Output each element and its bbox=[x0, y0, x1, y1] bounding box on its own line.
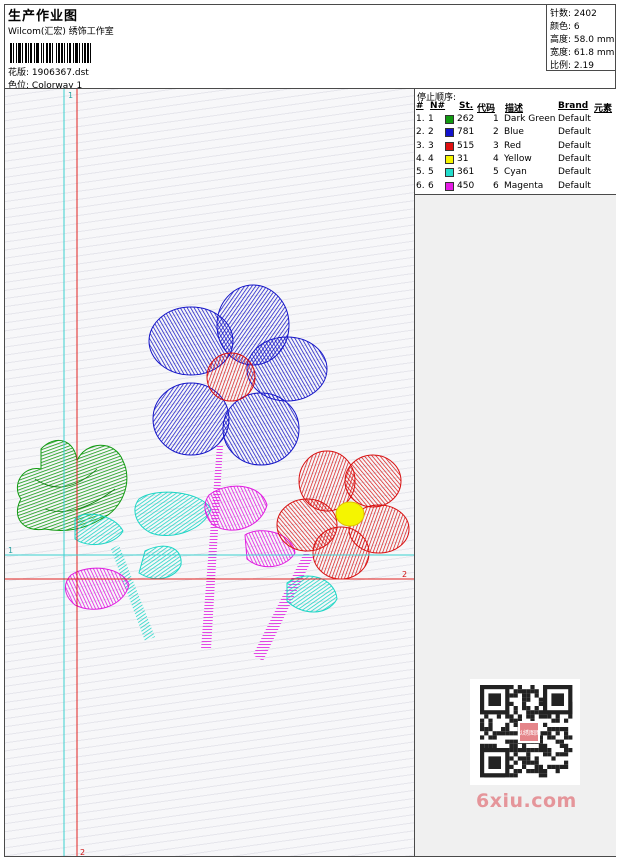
row-description: Red bbox=[504, 140, 522, 151]
row-description: Cyan bbox=[504, 167, 527, 178]
row-code: 1 bbox=[493, 114, 499, 124]
stat-width: 宽度: 61.8 mm bbox=[550, 48, 615, 58]
row-description: Magenta bbox=[504, 180, 544, 191]
row-stitches: 31 bbox=[457, 153, 469, 164]
row-needle: 5 bbox=[428, 167, 434, 178]
col-code: 代码 bbox=[477, 104, 496, 114]
row-stitches: 361 bbox=[457, 167, 475, 178]
row-code: 5 bbox=[493, 167, 499, 178]
row-brand: Default bbox=[558, 114, 591, 124]
design-file-line: 花版: 1906367.dst bbox=[8, 65, 89, 78]
color-swatch bbox=[445, 181, 454, 191]
blue-flower bbox=[148, 284, 328, 466]
green-flower bbox=[16, 439, 128, 532]
row-description: Blue bbox=[504, 127, 524, 138]
barcode bbox=[10, 43, 148, 63]
stat-stitches: 针数: 2402 bbox=[550, 9, 597, 19]
color-swatch bbox=[445, 115, 454, 124]
row-brand: Default bbox=[558, 167, 591, 178]
sequence-row: 4. 4 31 4 Yellow Default bbox=[415, 154, 616, 167]
sequence-row: 3. 3 515 3 Red Default bbox=[415, 141, 616, 154]
stop-sequence-table: 停止顺序: # N# St. 代码 描述 Brand 元素 1. 1 262 1 Dar… bbox=[415, 89, 616, 195]
row-description: Dark Green bbox=[504, 114, 556, 124]
stat-colors: 颜色: 6 bbox=[550, 22, 580, 32]
col-index: # bbox=[416, 101, 424, 111]
row-code: 3 bbox=[493, 140, 499, 151]
guide-label-h1: 1 bbox=[8, 546, 13, 555]
row-index: 2. bbox=[416, 127, 425, 138]
row-brand: Default bbox=[558, 140, 591, 151]
svg-text:以绣图图: 以绣图图 bbox=[517, 729, 541, 737]
row-brand: Default bbox=[558, 127, 591, 138]
row-needle: 6 bbox=[428, 180, 434, 191]
color-swatch bbox=[445, 168, 454, 178]
sequence-row: 6. 6 450 6 Magenta Default bbox=[415, 181, 616, 194]
guide-label-h2: 2 bbox=[402, 570, 407, 579]
row-stitches: 262 bbox=[457, 114, 475, 124]
color-swatch bbox=[445, 128, 454, 138]
row-stitches: 515 bbox=[457, 140, 475, 151]
col-brand: Brand bbox=[558, 101, 589, 111]
red-flower bbox=[276, 450, 410, 580]
color-swatch bbox=[445, 154, 454, 164]
row-needle: 2 bbox=[428, 127, 434, 138]
design-label: 花版: bbox=[8, 68, 30, 78]
row-brand: Default bbox=[558, 180, 591, 191]
design-preview: 1 2 1 2 bbox=[5, 89, 414, 856]
row-needle: 3 bbox=[428, 140, 434, 151]
page-title: 生产作业图 bbox=[8, 9, 79, 24]
col-needle: N# bbox=[430, 101, 446, 111]
studio-name: Wilcom(汇宏) 绣饰工作室 bbox=[8, 27, 114, 37]
row-index: 1. bbox=[416, 114, 425, 124]
sequence-row: 2. 2 781 2 Blue Default bbox=[415, 127, 616, 140]
row-index: 5. bbox=[416, 167, 425, 178]
stat-height: 高度: 58.0 mm bbox=[550, 35, 615, 45]
sequence-row: 5. 5 361 5 Cyan Default bbox=[415, 167, 616, 180]
row-index: 6. bbox=[416, 180, 425, 191]
color-swatch bbox=[445, 141, 454, 151]
row-stitches: 450 bbox=[457, 180, 475, 191]
row-brand: Default bbox=[558, 153, 591, 164]
col-element: 元素 bbox=[594, 104, 613, 114]
guide-label-v1: 1 bbox=[68, 91, 73, 100]
row-needle: 4 bbox=[428, 153, 434, 164]
row-needle: 1 bbox=[428, 114, 434, 124]
row-code: 4 bbox=[493, 153, 499, 164]
design-file: 1906367.dst bbox=[31, 68, 89, 78]
watermark: 6xiu.com bbox=[476, 790, 577, 812]
row-index: 4. bbox=[416, 153, 425, 164]
row-description: Yellow bbox=[504, 153, 532, 164]
design-stats: 针数: 2402 颜色: 6 高度: 58.0 mm 宽度: 61.8 mm 比… bbox=[546, 5, 616, 71]
row-stitches: 781 bbox=[457, 127, 475, 138]
stat-scale: 比例: 2.19 bbox=[550, 61, 594, 71]
embroidery-artwork: 1 2 1 2 bbox=[5, 89, 414, 856]
col-stitches: St. bbox=[459, 101, 474, 111]
col-desc: 描述 bbox=[505, 104, 524, 114]
row-index: 3. bbox=[416, 140, 425, 151]
row-code: 6 bbox=[493, 180, 499, 191]
sequence-row: 1. 1 262 1 Dark Green Default bbox=[415, 114, 616, 127]
row-code: 2 bbox=[493, 127, 499, 138]
header: 生产作业图 Wilcom(汇宏) 绣饰工作室 花版: 1906367.dst 色… bbox=[5, 5, 546, 91]
stem-magenta-main bbox=[201, 445, 223, 649]
qr-code: 以绣图图 bbox=[470, 679, 580, 785]
qr-code-image: 以绣图图 bbox=[480, 685, 573, 778]
guide-label-v2: 2 bbox=[80, 848, 85, 856]
